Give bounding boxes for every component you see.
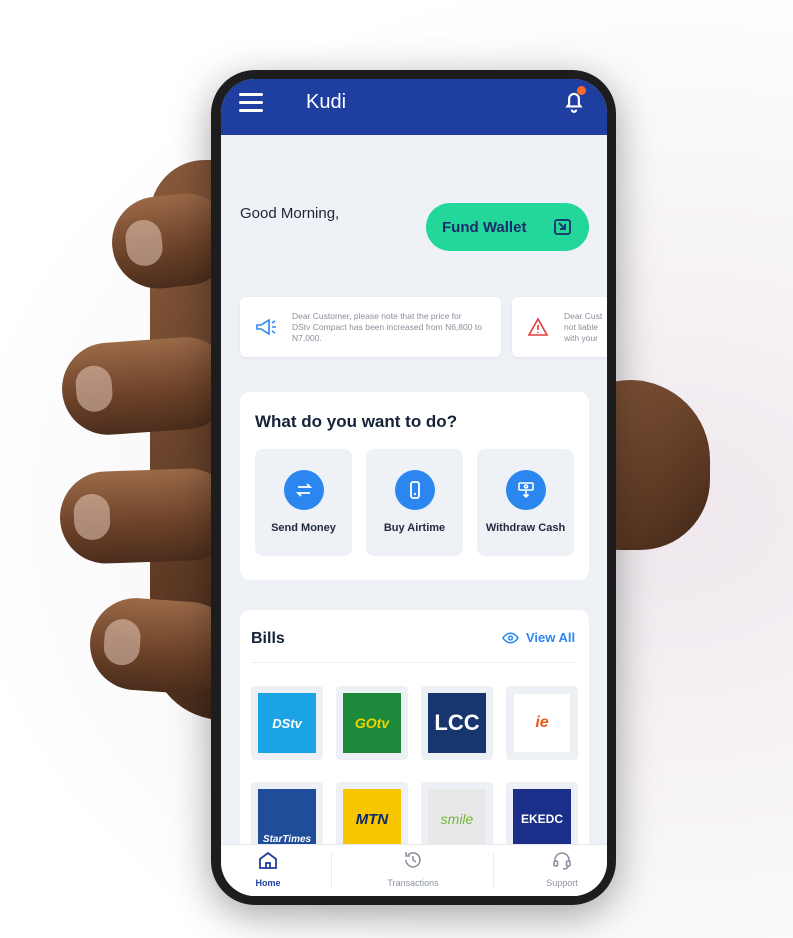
headset-icon [553, 852, 571, 870]
biller-gotv[interactable]: GOtv [336, 686, 408, 760]
view-all-label: View All [526, 630, 576, 645]
quick-actions-title: What do you want to do? [255, 412, 458, 431]
biller-ie[interactable]: ie [506, 686, 578, 760]
smile-logo: smile [428, 789, 486, 849]
cash-withdraw-icon [518, 482, 534, 499]
nav-label: Support [546, 878, 578, 888]
divider [251, 662, 577, 663]
action-label: Withdraw Cash [485, 522, 566, 534]
warning-icon [527, 317, 549, 336]
action-label: Send Money [271, 522, 336, 534]
startimes-logo: StarTimes [258, 789, 316, 849]
notice-text: Dear Cust not liable with your [564, 310, 603, 343]
send-money-button[interactable]: Send Money [255, 449, 352, 556]
nav-label: Transactions [387, 878, 439, 888]
fund-wallet-button[interactable]: Fund Wallet [426, 203, 589, 251]
history-icon [405, 852, 421, 868]
notification-dot [577, 86, 586, 95]
lcc-logo: LCC [428, 693, 486, 753]
megaphone-icon [256, 318, 276, 336]
buy-airtime-button[interactable]: Buy Airtime [366, 449, 463, 556]
biller-dstv[interactable]: DStv [251, 686, 323, 760]
nav-transactions[interactable]: Transactions [358, 849, 468, 888]
notice-card[interactable]: Dear Customer, please note that the pric… [240, 297, 501, 357]
app-bar: Kudi [221, 79, 607, 135]
finger [58, 334, 236, 438]
bottom-nav: Home Transactions Support [221, 844, 607, 896]
phone-icon [410, 481, 420, 499]
ekedc-logo: EKEDC [513, 789, 571, 849]
divider [493, 853, 494, 889]
eye-icon [502, 632, 519, 643]
home-icon [259, 851, 277, 869]
notice-text: Dear Customer, please note that the pric… [292, 310, 482, 343]
quick-actions-card: What do you want to do? Send Money Buy A… [240, 392, 589, 580]
nav-label: Home [255, 878, 281, 888]
gotv-logo: GOtv [343, 693, 401, 753]
view-all-link[interactable]: View All [502, 630, 575, 645]
wallet-icon [554, 219, 571, 235]
app-title: Kudi [306, 91, 347, 113]
phone-screen: Kudi Good Morning, Fund Wallet Dear Cust… [221, 79, 607, 896]
finger [58, 466, 237, 566]
notice-card[interactable]: Dear Cust not liable with your [512, 297, 607, 357]
mtn-logo: MTN [343, 789, 401, 849]
transfer-icon [295, 483, 313, 497]
dstv-logo: DStv [258, 693, 316, 753]
biller-lcc[interactable]: LCC [421, 686, 493, 760]
withdraw-cash-button[interactable]: Withdraw Cash [477, 449, 574, 556]
action-label: Buy Airtime [383, 522, 446, 534]
fund-wallet-label: Fund Wallet [442, 218, 527, 236]
ie-logo: ie [513, 693, 571, 753]
nav-support[interactable]: Support [507, 849, 607, 888]
menu-icon[interactable] [239, 93, 263, 112]
divider [331, 853, 332, 889]
bills-title: Bills [251, 630, 285, 647]
greeting-text: Good Morning, [240, 205, 340, 222]
nav-home[interactable]: Home [221, 849, 323, 888]
